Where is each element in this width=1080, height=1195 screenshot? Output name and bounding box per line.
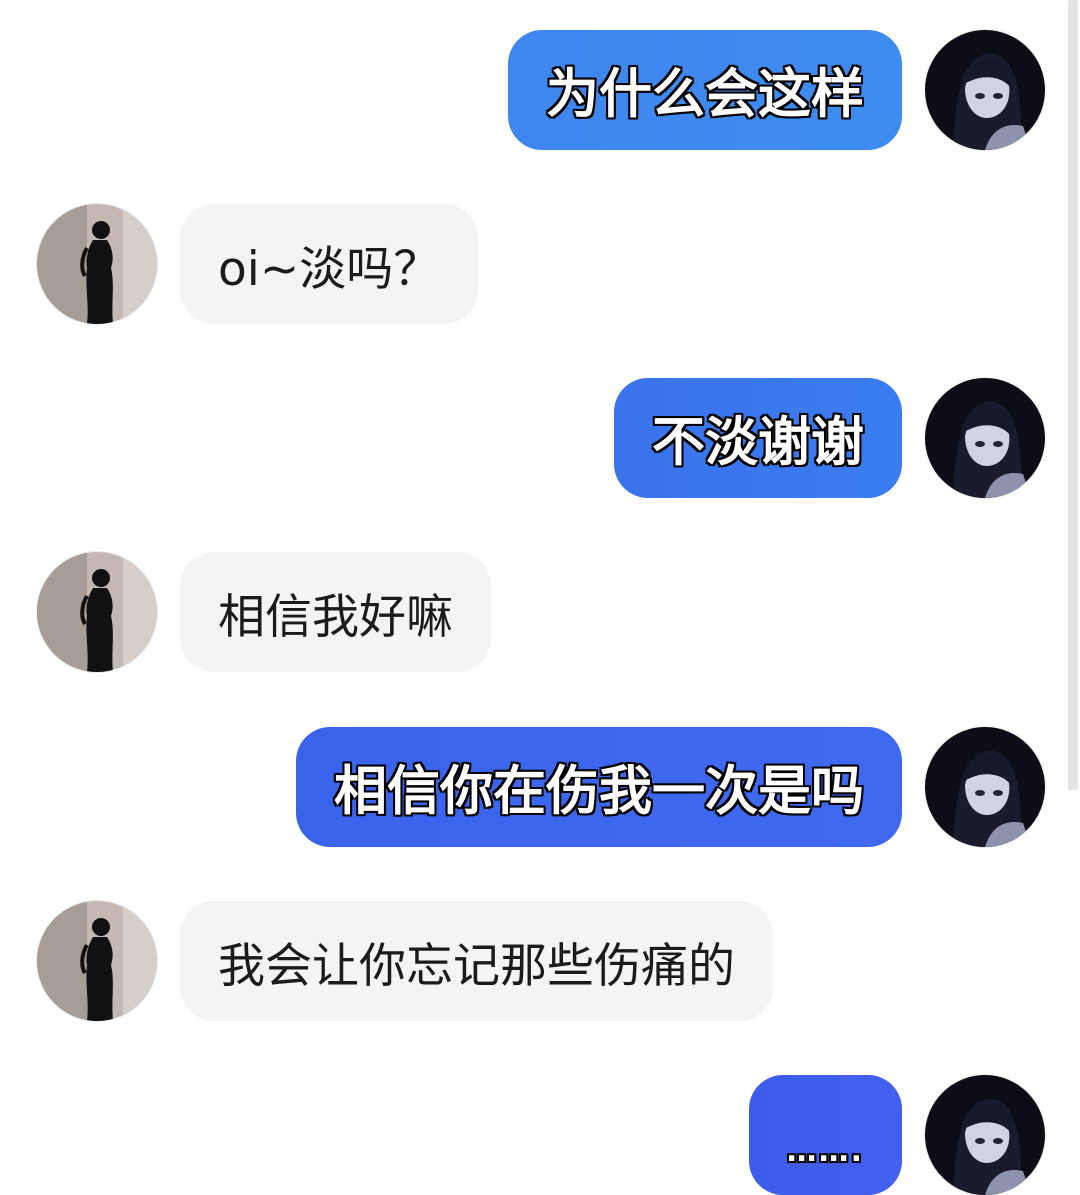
message-row-incoming: 我会让你忘记那些伤痛的 [0, 901, 1064, 1021]
chat-message-list[interactable]: 为什么会这样 oi~淡吗？ 不淡谢谢 相信我好嘛 相信你在伤我一次是吗 我会让你… [0, 0, 1080, 1195]
other-avatar-icon[interactable] [37, 204, 157, 324]
message-row-incoming: 相信我好嘛 [0, 552, 1064, 672]
message-bubble-incoming[interactable]: 我会让你忘记那些伤痛的 [180, 901, 773, 1021]
message-row-outgoing: 为什么会这样 [0, 30, 1064, 150]
message-bubble-incoming[interactable]: oi~淡吗？ [180, 204, 479, 324]
message-text: 相信你在伤我一次是吗 [334, 761, 864, 822]
self-avatar-icon[interactable] [925, 1075, 1045, 1195]
message-bubble-outgoing[interactable]: ……. [748, 1075, 902, 1195]
other-avatar-icon[interactable] [37, 552, 157, 672]
message-text: 为什么会这样 [546, 64, 864, 125]
self-avatar-icon[interactable] [925, 30, 1045, 150]
message-text: 不淡谢谢 [652, 412, 864, 473]
message-row-outgoing: 相信你在伤我一次是吗 [0, 727, 1064, 847]
message-row-incoming: oi~淡吗？ [0, 204, 1064, 324]
message-bubble-incoming[interactable]: 相信我好嘛 [180, 552, 491, 672]
message-text: ……. [786, 1134, 864, 1169]
message-bubble-outgoing[interactable]: 为什么会这样 [508, 30, 902, 150]
self-avatar-icon[interactable] [925, 378, 1045, 498]
message-text: oi~淡吗？ [218, 241, 441, 297]
message-row-outgoing: ……. [0, 1075, 1064, 1195]
message-row-outgoing: 不淡谢谢 [0, 378, 1064, 498]
message-text: 相信我好嘛 [218, 589, 453, 645]
scrollbar[interactable] [1068, 0, 1078, 790]
self-avatar-icon[interactable] [925, 727, 1045, 847]
message-bubble-outgoing[interactable]: 相信你在伤我一次是吗 [296, 727, 902, 847]
message-text: 我会让你忘记那些伤痛的 [218, 938, 735, 994]
other-avatar-icon[interactable] [37, 901, 157, 1021]
message-bubble-outgoing[interactable]: 不淡谢谢 [614, 378, 902, 498]
